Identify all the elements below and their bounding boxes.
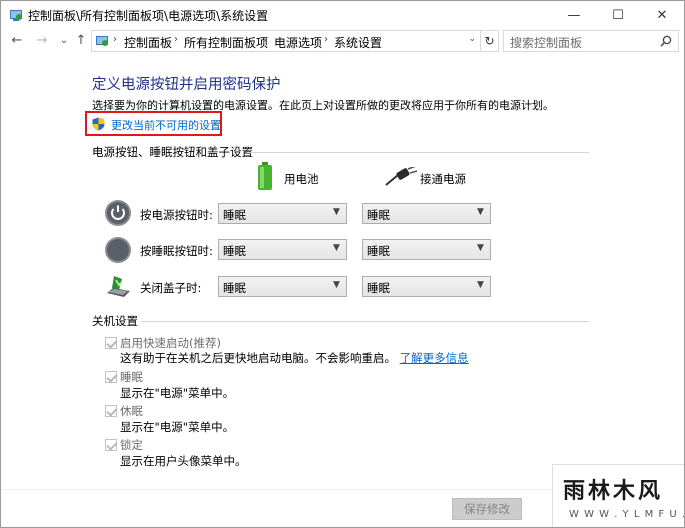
power-section-title: 电源按钮、睡眠按钮和盖子设置 [92, 145, 253, 159]
close-lid-plugged-select[interactable]: 睡眠 ▼ [362, 276, 491, 297]
navigation-bar: ← → ⌄ ↑ › 控制面板 › 所有控制面板项 › 电源选项 › 系统设置 ⌄… [1, 29, 684, 53]
close-lid-label: 关闭盖子时: [140, 281, 202, 295]
control-panel-icon [96, 36, 108, 46]
hibernate-checkbox[interactable] [105, 405, 117, 417]
fast-startup-desc-text: 这有助于在关机之后更快地启动电脑。不会影响重启。 [120, 351, 396, 365]
sleep-checkbox[interactable] [105, 371, 117, 383]
sleep-option-description: 显示在"电源"菜单中。 [120, 386, 235, 400]
watermark-url: W W W . Y L M F U . C O M [569, 509, 684, 520]
close-lid-battery-select[interactable]: 睡眠 ▼ [218, 276, 347, 297]
breadcrumb-separator: › [174, 34, 178, 45]
search-box[interactable]: 搜索控制面板 [503, 30, 679, 52]
lock-option-description: 显示在用户头像菜单中。 [120, 454, 247, 468]
breadcrumb-separator: › [113, 34, 117, 45]
chevron-down-icon: ▼ [477, 207, 484, 217]
sleep-button-icon [105, 237, 131, 263]
breadcrumb-system-settings[interactable]: 系统设置 [334, 34, 382, 51]
refresh-icon: ↻ [484, 34, 495, 48]
save-changes-button[interactable]: 保存修改 [452, 498, 522, 520]
forward-button[interactable]: → [34, 32, 50, 50]
select-value: 睡眠 [367, 281, 390, 295]
column-header-battery: 用电池 [284, 172, 319, 186]
chevron-down-icon: ▼ [477, 280, 484, 290]
fast-startup-checkbox[interactable] [105, 337, 117, 349]
page-title: 定义电源按钮并启用密码保护 [92, 77, 281, 93]
select-value: 睡眠 [367, 208, 390, 222]
close-icon: ✕ [656, 7, 668, 23]
refresh-button[interactable]: ↻ [481, 30, 499, 52]
chevron-down-icon: ▼ [477, 243, 484, 253]
breadcrumb-power-options[interactable]: 电源选项 [274, 34, 322, 51]
maximize-icon: ☐ [612, 7, 624, 23]
window: 控制面板\所有控制面板项\电源选项\系统设置 — ☐ ✕ ← → ⌄ ↑ › 控… [0, 0, 685, 528]
laptop-lid-icon [107, 276, 130, 297]
power-plug-icon [385, 167, 418, 186]
sleep-option-label: 睡眠 [120, 370, 143, 384]
breadcrumb-control-panel[interactable]: 控制面板 [124, 34, 172, 51]
sleep-button-battery-select[interactable]: 睡眠 ▼ [218, 239, 347, 260]
change-settings-link-text[interactable]: 更改当前不可用的设置 [111, 117, 221, 133]
column-header-plugged-in: 接通电源 [420, 172, 466, 186]
chevron-down-icon: ▼ [333, 243, 340, 253]
title-bar: 控制面板\所有控制面板项\电源选项\系统设置 — ☐ ✕ [1, 1, 684, 29]
learn-more-link[interactable]: 了解更多信息 [400, 351, 469, 365]
section-divider [247, 152, 589, 153]
lock-checkbox[interactable] [105, 439, 117, 451]
fast-startup-description: 这有助于在关机之后更快地启动电脑。不会影响重启。 了解更多信息 [120, 350, 469, 366]
sleep-button-plugged-select[interactable]: 睡眠 ▼ [362, 239, 491, 260]
control-panel-icon [10, 10, 22, 21]
hibernate-option-label: 休眠 [120, 404, 143, 418]
minimize-icon: — [567, 7, 581, 23]
arrow-up-icon: ↑ [75, 33, 87, 48]
select-value: 睡眠 [367, 244, 390, 258]
power-button-label: 按电源按钮时: [140, 208, 213, 222]
battery-icon [258, 162, 272, 190]
hibernate-option-description: 显示在"电源"菜单中。 [120, 420, 235, 434]
address-bar[interactable]: › 控制面板 › 所有控制面板项 › 电源选项 › 系统设置 ⌄ [91, 30, 481, 52]
watermark-text: 雨林木风 [563, 479, 664, 504]
breadcrumb-separator: › [264, 34, 268, 45]
chevron-down-icon: ⌄ [59, 35, 69, 46]
close-button[interactable]: ✕ [640, 1, 684, 29]
section-divider [141, 321, 589, 322]
search-icon[interactable] [660, 35, 672, 47]
select-value: 睡眠 [223, 244, 246, 258]
maximize-button[interactable]: ☐ [596, 1, 640, 29]
window-title: 控制面板\所有控制面板项\电源选项\系统设置 [28, 9, 269, 23]
sleep-button-label: 按睡眠按钮时: [140, 244, 213, 258]
chevron-down-icon: ▼ [333, 280, 340, 290]
power-button-battery-select[interactable]: 睡眠 ▼ [218, 203, 347, 224]
change-unavailable-settings-link[interactable]: 更改当前不可用的设置 [85, 111, 222, 136]
arrow-right-icon: → [36, 33, 48, 48]
search-input[interactable]: 搜索控制面板 [510, 34, 582, 51]
lock-option-label: 锁定 [120, 438, 143, 452]
minimize-button[interactable]: — [552, 1, 596, 29]
up-button[interactable]: ↑ [73, 32, 89, 50]
back-button[interactable]: ← [9, 32, 25, 50]
power-button-plugged-select[interactable]: 睡眠 ▼ [362, 203, 491, 224]
breadcrumb-all-items[interactable]: 所有控制面板项 [184, 34, 268, 51]
breadcrumb-separator: › [324, 34, 328, 45]
arrow-left-icon: ← [11, 33, 23, 48]
chevron-down-icon[interactable]: ⌄ [468, 34, 476, 44]
fast-startup-label: 启用快速启动(推荐) [120, 336, 221, 350]
shutdown-section-title: 关机设置 [92, 314, 138, 328]
select-value: 睡眠 [223, 281, 246, 295]
power-button-icon [105, 200, 131, 226]
uac-shield-icon [92, 117, 105, 131]
watermark-logo: 雨林木风 W W W . Y L M F U . C O M [552, 464, 684, 527]
recent-locations-button[interactable]: ⌄ [56, 32, 72, 50]
select-value: 睡眠 [223, 208, 246, 222]
chevron-down-icon: ▼ [333, 207, 340, 217]
